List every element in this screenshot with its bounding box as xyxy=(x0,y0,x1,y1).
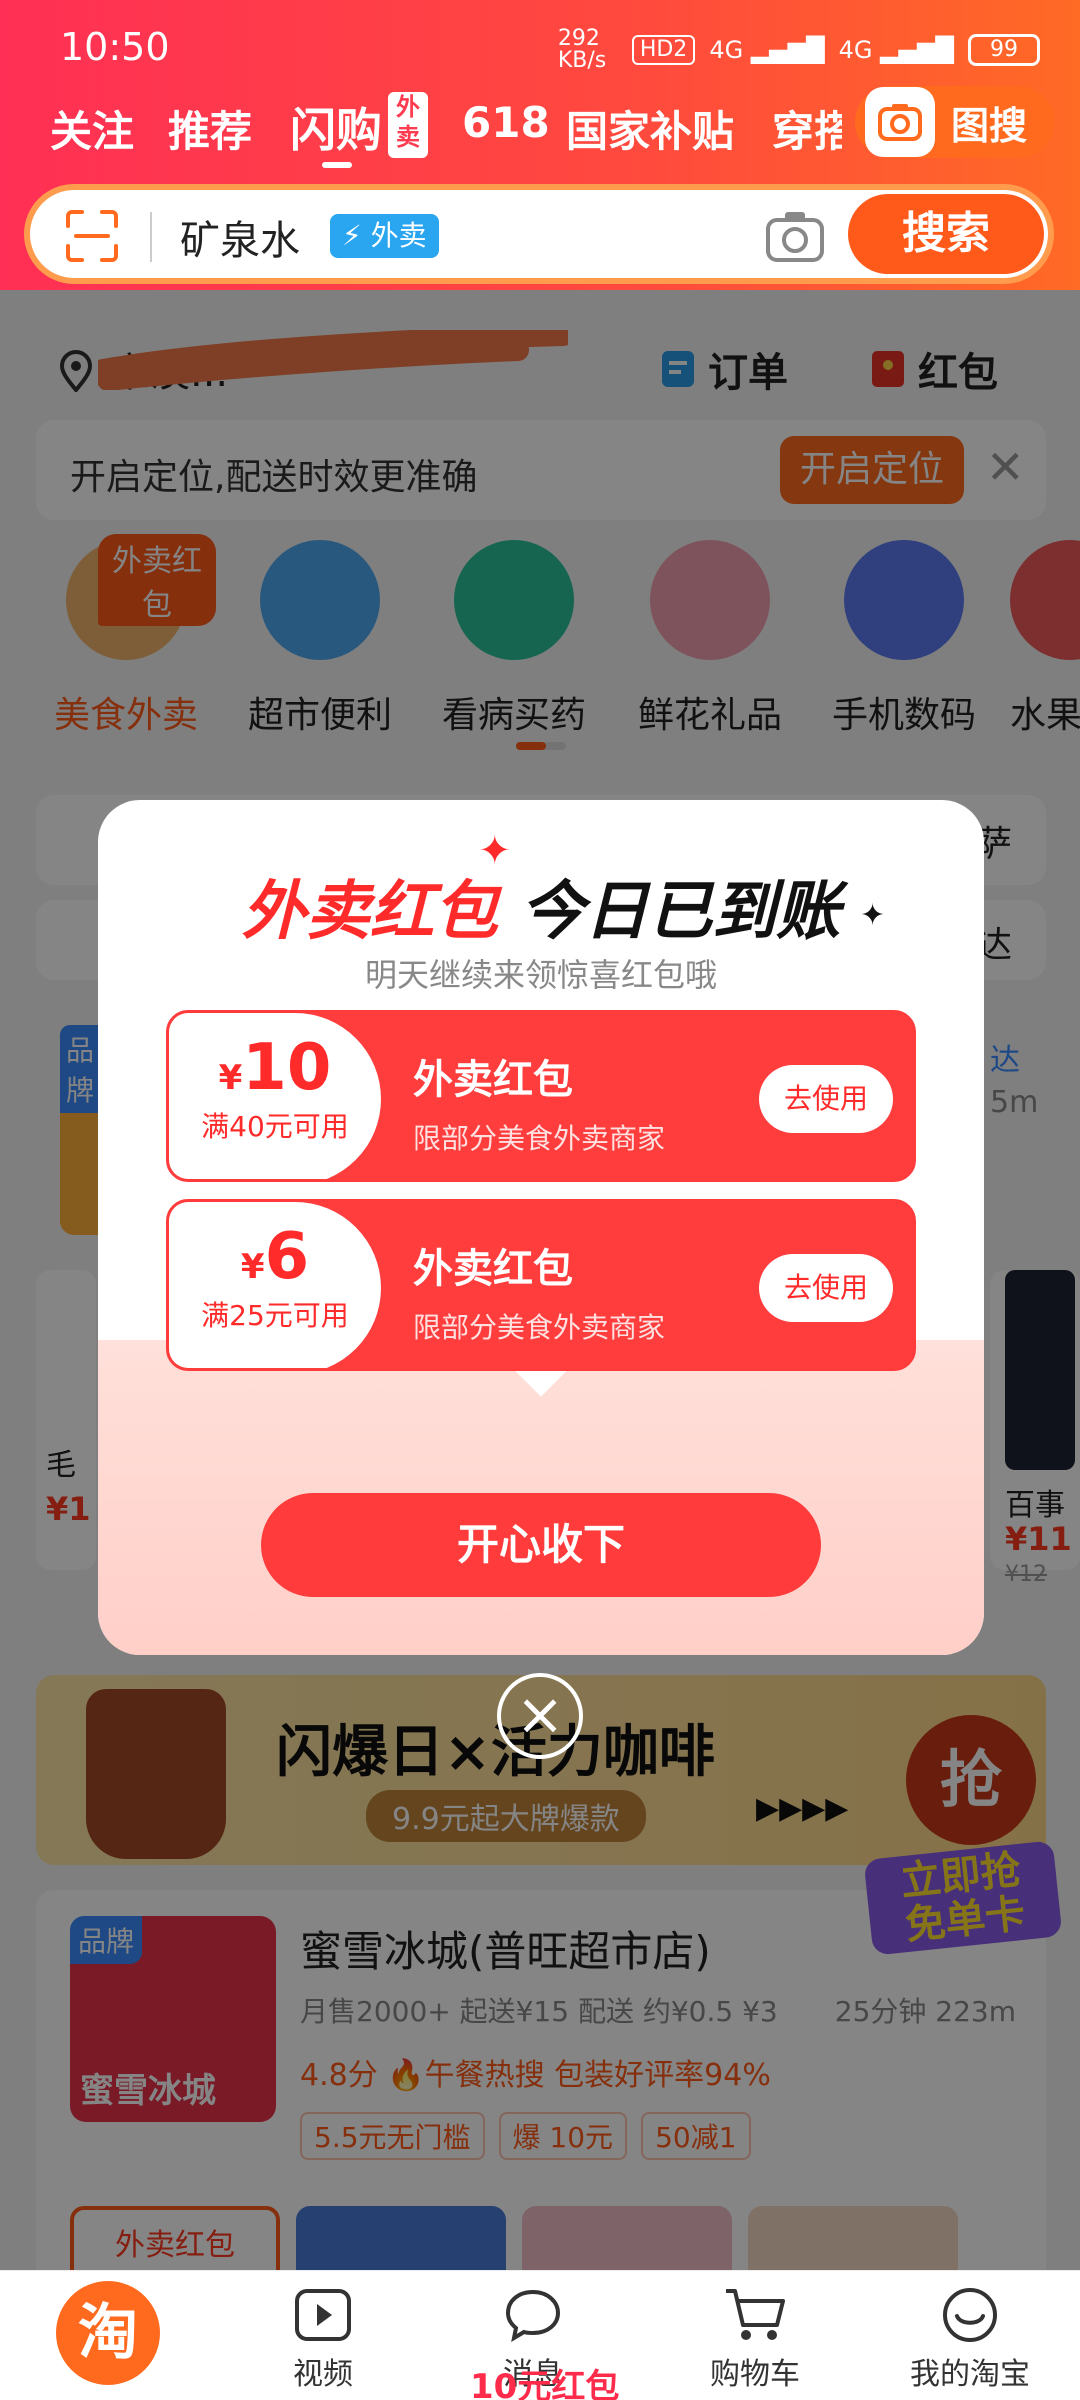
coupon-desc: 限部分美食外卖商家 xyxy=(413,1122,666,1155)
nav-cart-label: 购物车 xyxy=(710,2357,800,2392)
search-bar[interactable]: 矿泉水 ⚡ 外卖 搜索 xyxy=(24,184,1054,284)
search-button[interactable]: 搜索 xyxy=(848,194,1044,274)
sparkle-icon: ✦ xyxy=(860,898,886,933)
image-search-label: 图搜 xyxy=(951,103,1028,148)
redpacket-modal: ✦ 外卖红包 今日已到账 ✦ 明天继续来领惊喜红包哦 ¥10 满40元可用 外卖… xyxy=(98,800,984,1655)
coupon-amount: ¥10 xyxy=(169,1031,381,1105)
hd-badge: HD2 xyxy=(631,35,696,65)
waimai-tag: ⚡ 外卖 xyxy=(330,214,439,258)
tab-flash[interactable]: 闪购 xyxy=(290,94,382,160)
coupon-amount-value: 6 xyxy=(264,1220,310,1294)
coupon-amount-value: 10 xyxy=(242,1031,332,1105)
accept-button[interactable]: 开心收下 xyxy=(261,1493,821,1597)
search-input[interactable]: 矿泉水 xyxy=(180,208,300,266)
use-coupon-button[interactable]: 去使用 xyxy=(759,1065,893,1133)
video-icon xyxy=(248,2281,398,2349)
nav-video[interactable]: 视频 xyxy=(248,2281,398,2393)
tab-subsidy[interactable]: 国家补贴 xyxy=(566,98,734,159)
scan-icon[interactable] xyxy=(64,208,120,264)
cart-icon xyxy=(680,2281,830,2349)
coupon-condition: 满25元可用 xyxy=(201,1299,349,1332)
bottom-nav: 淘 视频 消息 10元红包 购物车 我的淘宝 xyxy=(0,2270,1080,2400)
modal-title: 外卖红包 今日已到账 xyxy=(98,860,984,952)
search-divider xyxy=(150,212,152,262)
tab-recommend[interactable]: 推荐 xyxy=(168,98,252,159)
modal-title-red: 外卖红包 xyxy=(241,875,498,949)
message-icon xyxy=(458,2281,608,2349)
net-speed: 292 KB/s xyxy=(557,26,607,73)
status-bar: 10:50 292 KB/s HD2 4G ▂▄▆█ 4G ▂▄▆█ 99 xyxy=(0,0,1080,90)
status-icons: 292 KB/s HD2 4G ▂▄▆█ 4G ▂▄▆█ 99 xyxy=(558,28,1040,72)
coupon-name: 外卖红包 xyxy=(413,1246,573,1292)
nav-mine[interactable]: 我的淘宝 xyxy=(895,2281,1045,2393)
tab-outfit[interactable]: 穿搭 xyxy=(772,98,842,159)
modal-subtitle: 明天继续来领惊喜红包哦 xyxy=(364,956,717,994)
smile-icon xyxy=(895,2281,1045,2349)
coupon-amount: ¥6 xyxy=(169,1220,381,1294)
coupon-currency: ¥ xyxy=(240,1247,265,1287)
battery-icon: 99 xyxy=(968,34,1040,66)
coupon-amount-block: ¥6 满25元可用 xyxy=(169,1202,381,1368)
search-camera-icon[interactable] xyxy=(765,208,825,264)
coupon-currency: ¥ xyxy=(218,1058,243,1098)
tab-underline xyxy=(322,162,352,168)
camera-icon xyxy=(865,87,935,157)
nav-home[interactable]: 淘 xyxy=(56,2281,160,2385)
close-modal-icon[interactable]: × xyxy=(497,1673,583,1759)
tab-618[interactable]: 618 xyxy=(462,98,550,147)
image-search-button[interactable]: 图搜 xyxy=(855,86,1055,158)
use-coupon-button[interactable]: 去使用 xyxy=(759,1254,893,1322)
coupon-desc: 限部分美食外卖商家 xyxy=(413,1311,666,1344)
tab-follow[interactable]: 关注 xyxy=(50,98,134,159)
coupon-card: ¥10 满40元可用 外卖红包 限部分美食外卖商家 去使用 xyxy=(166,1010,916,1182)
nav-video-label: 视频 xyxy=(293,2357,353,2392)
coupon-card: ¥6 满25元可用 外卖红包 限部分美食外卖商家 去使用 xyxy=(166,1199,916,1371)
signal-1-icon: 4G ▂▄▆█ xyxy=(709,36,825,64)
signal-1-label: 4G xyxy=(709,36,744,64)
signal-2-icon: 4G ▂▄▆█ xyxy=(838,36,954,64)
coupon-name: 外卖红包 xyxy=(413,1057,573,1103)
modal-title-black: 今日已到账 xyxy=(520,875,841,949)
status-time: 10:50 xyxy=(60,25,170,69)
signal-2-label: 4G xyxy=(838,36,873,64)
coupon-amount-block: ¥10 满40元可用 xyxy=(169,1013,381,1179)
message-red-badge: 10元红包 xyxy=(470,2367,620,2400)
nav-cart[interactable]: 购物车 xyxy=(680,2281,830,2393)
waimai-tag-label: 外卖 xyxy=(370,219,427,252)
tab-badge-waimai: 外卖 xyxy=(388,92,428,158)
coupon-condition: 满40元可用 xyxy=(201,1110,349,1143)
nav-mine-label: 我的淘宝 xyxy=(910,2357,1030,2392)
